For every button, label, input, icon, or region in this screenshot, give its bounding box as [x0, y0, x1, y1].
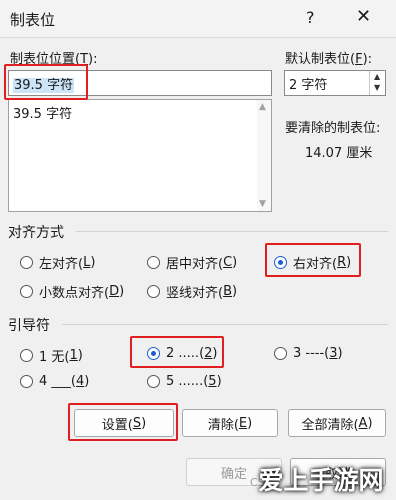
align-bar-radio[interactable]: 竖线对齐(B): [147, 282, 237, 301]
alignment-section-title: 对齐方式: [8, 225, 64, 241]
list-scrollbar[interactable]: ▲ ▼: [257, 100, 271, 211]
leader-section-title: 引导符: [8, 318, 50, 334]
default-tabs-label: 默认制表位(F):: [285, 52, 373, 67]
leader-none-radio[interactable]: 1 无(1): [20, 346, 83, 365]
radio-selected-icon: [274, 256, 287, 269]
stepper-up-icon[interactable]: ▲: [374, 72, 380, 81]
align-right-radio[interactable]: 右对齐(R): [274, 253, 351, 272]
to-clear-label: 要清除的制表位:: [285, 121, 381, 136]
tab-position-input[interactable]: 39.5 字符: [8, 70, 272, 96]
radio-icon: [274, 347, 287, 360]
scroll-up-icon[interactable]: ▲: [259, 102, 266, 112]
tab-position-list-item[interactable]: 39.5 字符: [13, 103, 72, 122]
help-icon[interactable]: ?: [306, 8, 315, 27]
set-button[interactable]: 设置(S): [74, 409, 174, 437]
stepper-down-icon[interactable]: ▼: [374, 83, 380, 92]
radio-icon: [147, 285, 160, 298]
clear-all-button[interactable]: 全部清除(A): [288, 409, 386, 437]
tab-position-list[interactable]: 39.5 字符 ▲ ▼: [8, 99, 272, 212]
align-left-radio[interactable]: 左对齐(L): [20, 253, 95, 272]
close-icon[interactable]: ✕: [356, 6, 371, 27]
title-bar: 制表位 ? ✕: [0, 0, 396, 38]
leader-dashes-radio[interactable]: 3 ----(3): [274, 346, 343, 361]
radio-icon: [20, 285, 33, 298]
radio-icon: [20, 375, 33, 388]
dialog-title: 制表位: [10, 11, 56, 29]
leader-dots-radio[interactable]: 2 .....(2): [147, 346, 218, 361]
clear-button[interactable]: 清除(E): [182, 409, 278, 437]
divider: [62, 324, 388, 325]
radio-icon: [147, 256, 160, 269]
default-tabs-stepper[interactable]: 2 字符 ▲ ▼: [284, 70, 386, 96]
radio-icon: [20, 349, 33, 362]
align-decimal-radio[interactable]: 小数点对齐(D): [20, 282, 124, 301]
leader-underline-radio[interactable]: 4 ___(4): [20, 374, 89, 389]
to-clear-value: 14.07 厘米: [305, 146, 373, 161]
radio-icon: [20, 256, 33, 269]
leader-middot-radio[interactable]: 5 ......(5): [147, 374, 222, 389]
tab-position-label: 制表位位置(T):: [10, 52, 98, 67]
align-center-radio[interactable]: 居中对齐(C): [147, 253, 237, 272]
divider: [76, 231, 388, 232]
radio-selected-icon: [147, 347, 160, 360]
radio-icon: [147, 375, 160, 388]
watermark-logo: 爱上手游网: [258, 466, 384, 495]
scroll-down-icon[interactable]: ▼: [259, 199, 266, 209]
